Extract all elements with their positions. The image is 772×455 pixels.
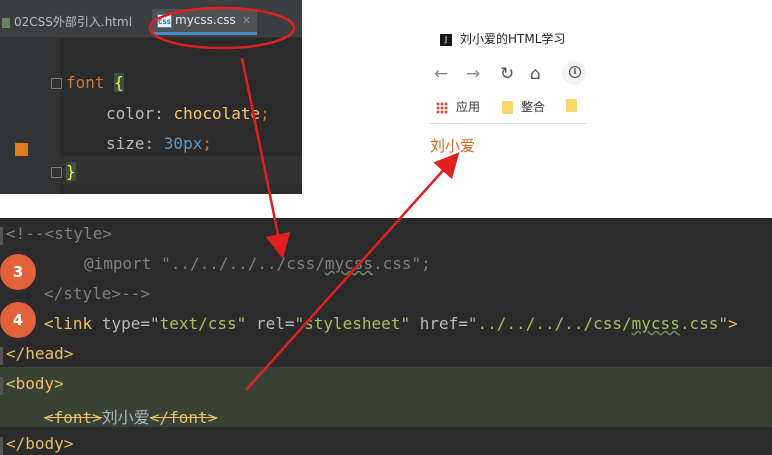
line-highlight-body	[0, 367, 772, 397]
code-head-close[interactable]: </head>	[6, 344, 73, 363]
close-icon[interactable]: ✕	[242, 14, 251, 27]
code-line-color[interactable]: color: chocolate;	[106, 104, 270, 123]
step-badge-3: 3	[0, 254, 36, 290]
site-info-icon[interactable]: i	[562, 61, 586, 85]
tab-html-file[interactable]: 02CSS外部引入.html	[0, 9, 148, 35]
html-file-icon	[2, 17, 10, 28]
gutter-marker	[0, 347, 3, 365]
folder-icon	[502, 101, 513, 114]
fold-icon[interactable]	[51, 167, 62, 178]
code-comment-open[interactable]: <!--<style>	[6, 224, 112, 243]
browser-tab-title: 刘小爱的HTML学习	[460, 32, 566, 46]
rendered-font-text: 刘小爱	[430, 137, 476, 155]
reload-icon[interactable]: ↻	[500, 64, 514, 84]
toolbar-divider	[430, 123, 586, 124]
color-swatch-icon[interactable]	[15, 143, 28, 156]
gutter-marker	[0, 437, 3, 455]
forward-arrow-icon[interactable]: →	[466, 64, 480, 84]
tab-css-label: mycss.css	[175, 13, 236, 27]
css-editor-panel: 02CSS外部引入.html CSS mycss.css ✕ font { colo…	[0, 0, 302, 194]
bookmark-folder[interactable]: 整合	[502, 98, 545, 115]
tab-css-file[interactable]: CSS mycss.css ✕	[152, 9, 257, 35]
code-comment-close[interactable]: </style>-->	[44, 284, 150, 303]
tab-html-label: 02CSS外部引入.html	[14, 15, 133, 29]
gutter-marker	[0, 377, 3, 395]
bookmark-folder-partial[interactable]	[566, 98, 585, 112]
step-badge-4: 4	[0, 302, 36, 338]
browser-tab[interactable]: J 刘小爱的HTML学习	[440, 30, 565, 47]
code-body-open[interactable]: <body>	[6, 374, 64, 393]
code-line-size[interactable]: size: 30px;	[106, 134, 212, 153]
ide-favicon-icon: J	[440, 33, 452, 46]
code-body-close[interactable]: </body>	[6, 434, 73, 453]
css-file-icon: CSS	[157, 13, 172, 28]
code-font-line[interactable]: <font>刘小爱</font>	[44, 404, 217, 428]
fold-icon[interactable]	[51, 78, 62, 89]
editor-tab-bar: 02CSS外部引入.html CSS mycss.css ✕	[0, 0, 302, 38]
apps-grid-icon	[436, 101, 448, 114]
browser-preview: J 刘小爱的HTML学习 ← → ↻ ⌂ i 应用 整合 刘小爱	[426, 24, 586, 164]
code-line-selector[interactable]: font {	[66, 73, 124, 92]
home-icon[interactable]: ⌂	[530, 64, 541, 84]
code-line-close[interactable]: }	[66, 162, 76, 181]
code-import-line[interactable]: @import "../../../../css/mycss.css";	[84, 254, 431, 273]
back-arrow-icon[interactable]: ←	[434, 64, 448, 84]
bookmark-apps[interactable]: 应用	[436, 98, 480, 115]
folder-icon	[566, 99, 577, 112]
gutter-marker	[0, 227, 3, 245]
code-link-line[interactable]: <link type="text/css" rel="stylesheet" h…	[44, 314, 738, 333]
html-editor-panel: <!--<style> @import "../../../../css/myc…	[0, 218, 772, 455]
current-line-highlight	[60, 156, 302, 184]
